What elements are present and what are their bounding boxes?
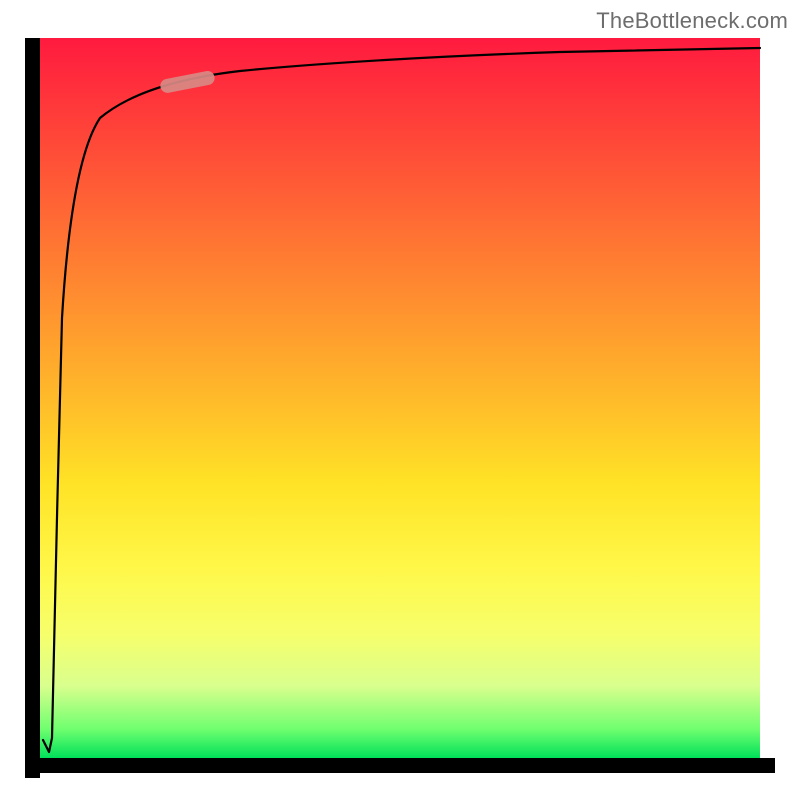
bottleneck-curve: [43, 48, 760, 752]
watermark-label: TheBottleneck.com: [596, 8, 788, 34]
highlight-marker: [159, 70, 216, 94]
chart-curve-svg: [40, 38, 760, 758]
x-axis-bar: [25, 758, 775, 773]
chart-frame: TheBottleneck.com: [0, 0, 800, 800]
y-axis-bar: [25, 38, 40, 778]
